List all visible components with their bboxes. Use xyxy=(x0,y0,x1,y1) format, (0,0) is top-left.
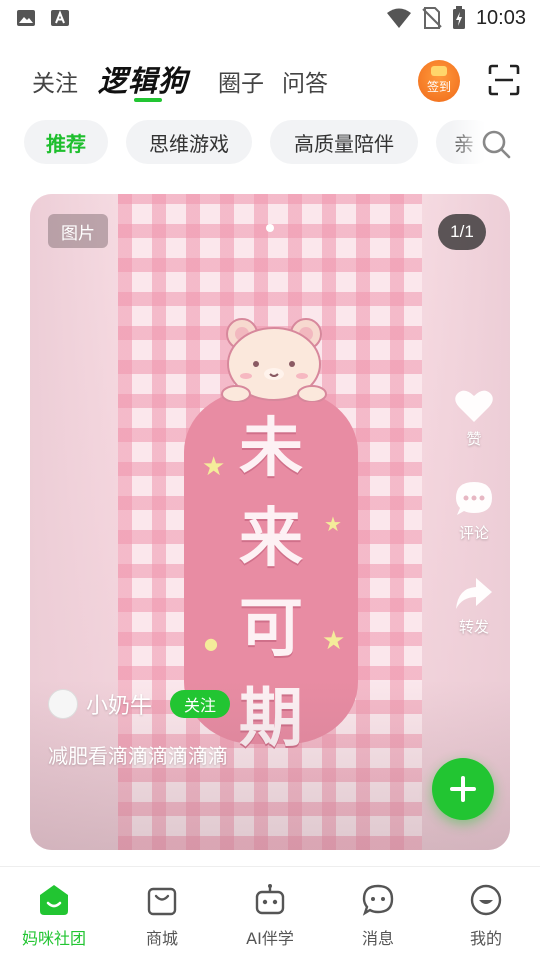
image-char: 未 xyxy=(239,412,303,486)
status-bar: 10:03 xyxy=(0,0,540,38)
star-icon: ● xyxy=(204,634,218,653)
heart-icon xyxy=(455,390,493,422)
tab-brand[interactable]: 逻辑狗 xyxy=(98,58,188,100)
image-counter: 1/1 xyxy=(438,214,486,250)
no-sim-icon xyxy=(422,7,442,29)
nav-item-profile[interactable]: 我的 xyxy=(432,883,540,949)
bear-illustration xyxy=(221,318,327,402)
signin-label: 签到 xyxy=(426,80,451,94)
search-icon[interactable] xyxy=(480,128,512,160)
nav-label: 我的 xyxy=(469,929,502,948)
nav-item-messages[interactable]: 消息 xyxy=(324,883,432,949)
nav-label: 商城 xyxy=(145,929,178,948)
follow-button[interactable]: 关注 xyxy=(170,690,231,718)
plus-icon xyxy=(450,776,476,802)
nav-label: AI伴学 xyxy=(246,929,294,948)
category-chips: 推荐 思维游戏 高质量陪伴 亲 xyxy=(0,120,540,166)
active-tab-indicator xyxy=(134,98,162,102)
nav-label: 消息 xyxy=(361,929,394,948)
scan-icon[interactable] xyxy=(488,64,520,96)
image-icon xyxy=(17,10,35,26)
nav-item-community[interactable]: 妈咪社团 xyxy=(0,883,108,949)
tab-qa[interactable]: 问答 xyxy=(282,64,328,98)
pager-dot xyxy=(266,224,274,232)
create-post-button[interactable] xyxy=(432,758,494,820)
nav-label: 妈咪社团 xyxy=(21,929,86,948)
chip-quality-companionship[interactable]: 高质量陪伴 xyxy=(270,120,418,164)
avatar[interactable] xyxy=(48,689,78,719)
battery-charging-icon xyxy=(452,6,465,29)
app-screen: 10:03 关注 逻辑狗 圈子 问答 签到 推荐 思维游戏 高质量陪伴 亲 xyxy=(0,0,540,960)
tab-follow[interactable]: 关注 xyxy=(32,64,78,98)
top-nav: 关注 逻辑狗 圈子 问答 签到 xyxy=(0,52,540,108)
font-icon xyxy=(51,10,69,26)
gift-icon xyxy=(431,66,447,76)
nav-item-ai-study[interactable]: AI伴学 xyxy=(216,883,324,949)
robot-icon xyxy=(255,884,285,915)
community-icon xyxy=(40,885,68,915)
post-author: 小奶牛 关注 xyxy=(48,688,231,720)
author-name[interactable]: 小奶牛 xyxy=(86,688,152,720)
star-icon: ★ xyxy=(202,452,226,482)
message-icon xyxy=(362,884,394,916)
post-type-badge: 图片 xyxy=(48,214,108,248)
comment-button[interactable]: 评论 xyxy=(448,480,500,543)
like-label: 赞 xyxy=(466,430,482,448)
status-time: 10:03 xyxy=(475,6,526,29)
like-button[interactable]: 赞 xyxy=(448,388,500,449)
comment-label: 评论 xyxy=(458,524,489,542)
share-button[interactable]: 转发 xyxy=(448,576,500,637)
tab-circle[interactable]: 圈子 xyxy=(218,64,264,98)
profile-icon xyxy=(470,884,502,916)
chip-recommend[interactable]: 推荐 xyxy=(24,120,108,164)
bottom-nav: 妈咪社团 商城 AI伴学 消息 我的 xyxy=(0,866,540,960)
star-icon: ★ xyxy=(322,626,346,656)
nav-item-shop[interactable]: 商城 xyxy=(108,883,216,949)
star-icon: ★ xyxy=(324,512,342,536)
image-char: 可 xyxy=(239,592,303,666)
wifi-icon xyxy=(386,8,411,28)
post-card[interactable]: 未 来 可 期 ★ ★ ★ ● 图片 1/1 赞 xyxy=(30,194,510,850)
post-description: 减肥看滴滴滴滴滴滴 xyxy=(48,744,228,768)
share-icon xyxy=(456,578,492,609)
share-label: 转发 xyxy=(458,618,489,636)
image-char: 来 xyxy=(239,502,303,576)
shop-bag-icon xyxy=(147,887,177,916)
signin-button[interactable]: 签到 xyxy=(418,60,460,102)
comment-icon xyxy=(456,482,492,515)
chip-thinking-games[interactable]: 思维游戏 xyxy=(126,120,252,164)
